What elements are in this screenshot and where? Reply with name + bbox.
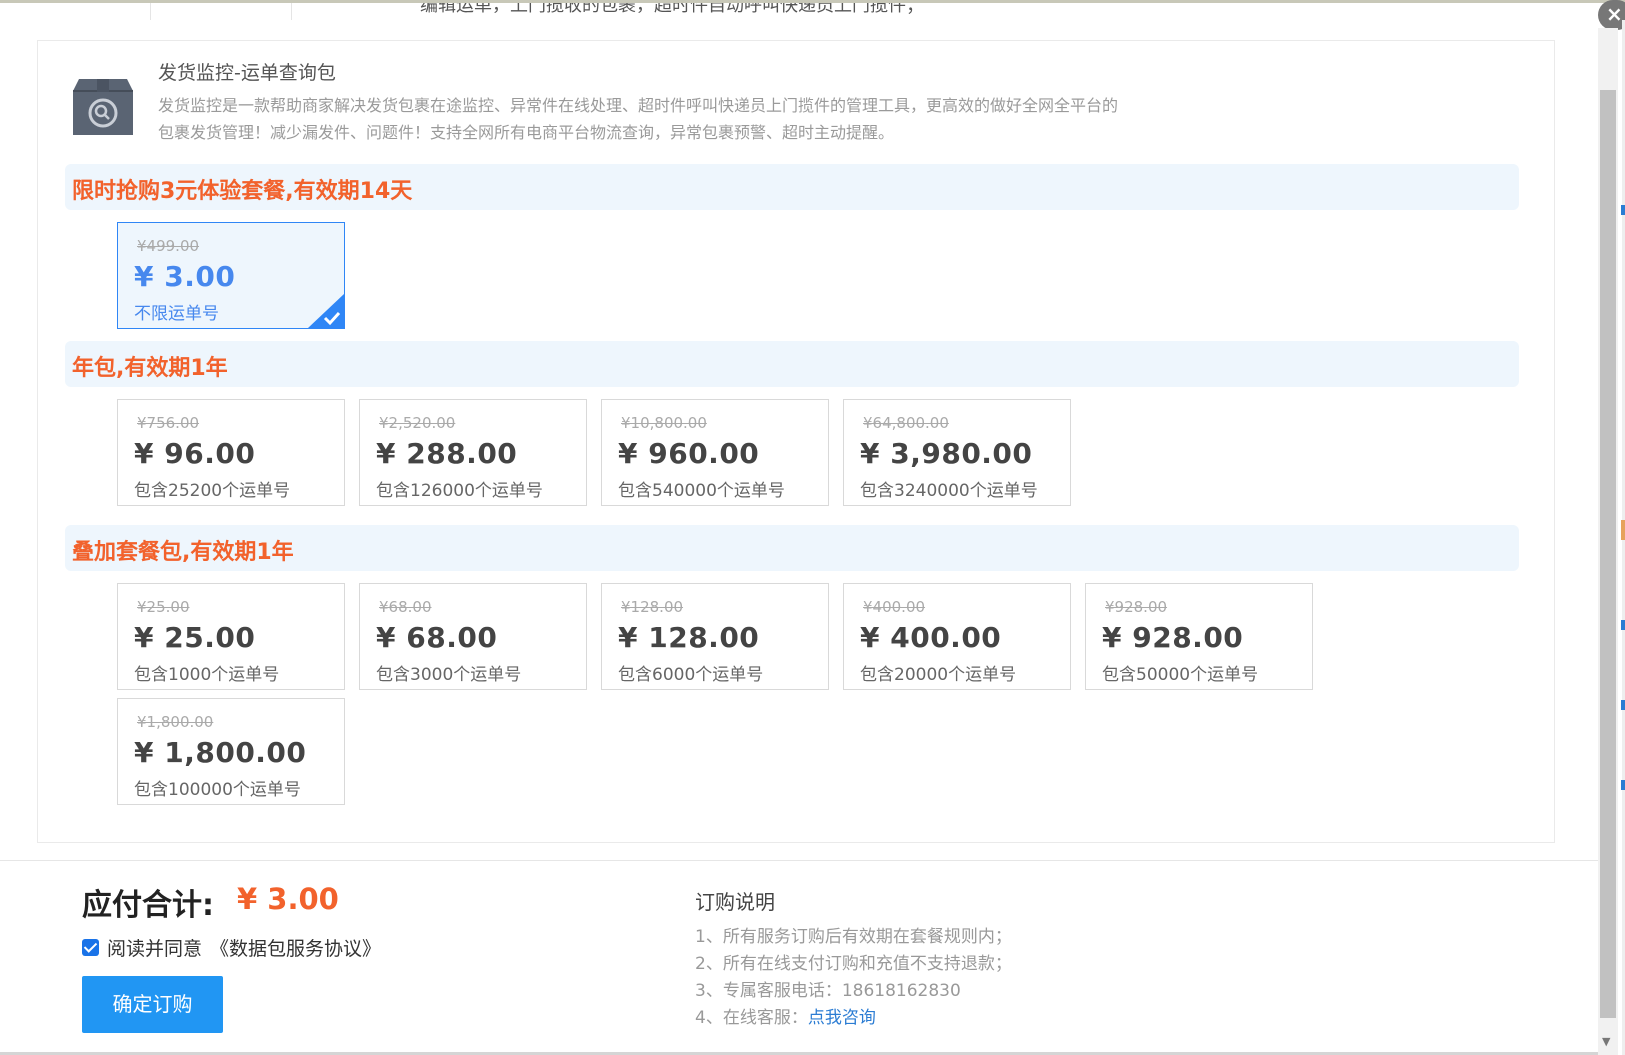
order-note: 3、专属客服电话：18618162830 xyxy=(695,981,961,1001)
package-price: ¥ 96.00 xyxy=(134,437,256,470)
original-price: ¥10,800.00 xyxy=(621,414,707,432)
section-header-annual: 年包,有效期1年 xyxy=(65,341,1519,387)
close-icon: × xyxy=(1606,2,1623,26)
package-description: 包含1000个运单号 xyxy=(134,665,280,685)
package-card[interactable]: ¥25.00 ¥ 25.00 包含1000个运单号 xyxy=(117,583,345,690)
package-description: 不限运单号 xyxy=(134,304,219,324)
original-price: ¥928.00 xyxy=(1105,598,1168,616)
package-description: 包含3240000个运单号 xyxy=(860,481,1038,501)
package-card[interactable]: ¥64,800.00 ¥ 3,980.00 包含3240000个运单号 xyxy=(843,399,1071,506)
package-description: 包含20000个运单号 xyxy=(860,665,1017,685)
package-card[interactable]: ¥1,800.00 ¥ 1,800.00 包含100000个运单号 xyxy=(117,698,345,805)
selected-check-icon xyxy=(308,294,344,328)
background-marker xyxy=(1621,780,1625,790)
total-label: 应付合计: xyxy=(82,888,214,923)
original-price: ¥25.00 xyxy=(137,598,190,616)
agreement-link[interactable]: 《数据包服务协议》 xyxy=(210,934,381,961)
package-price: ¥ 3.00 xyxy=(134,260,236,293)
background-marker xyxy=(1621,520,1625,540)
package-price: ¥ 928.00 xyxy=(1102,621,1244,654)
package-description: 包含540000个运单号 xyxy=(618,481,785,501)
package-description: 包含100000个运单号 xyxy=(134,780,301,800)
package-description: 包含126000个运单号 xyxy=(376,481,543,501)
agreement-row: 阅读并同意 《数据包服务协议》 xyxy=(82,934,381,960)
package-price: ¥ 3,980.00 xyxy=(860,437,1033,470)
package-description: 包含6000个运单号 xyxy=(618,665,764,685)
original-price: ¥756.00 xyxy=(137,414,200,432)
package-description: 包含3000个运单号 xyxy=(376,665,522,685)
package-price: ¥ 400.00 xyxy=(860,621,1002,654)
section-header-trial: 限时抢购3元体验套餐,有效期14天 xyxy=(65,164,1519,210)
package-card[interactable]: ¥756.00 ¥ 96.00 包含25200个运单号 xyxy=(117,399,345,506)
section-title: 限时抢购3元体验套餐,有效期14天 xyxy=(72,179,413,204)
order-note: 2、所有在线支付订购和充值不支持退款； xyxy=(695,954,1012,974)
order-note: 4、在线客服：点我咨询 xyxy=(695,1008,876,1028)
package-card[interactable]: ¥2,520.00 ¥ 288.00 包含126000个运单号 xyxy=(359,399,587,506)
original-price: ¥64,800.00 xyxy=(863,414,949,432)
close-button[interactable]: × xyxy=(1598,0,1625,30)
original-price: ¥1,800.00 xyxy=(137,713,214,731)
background-marker xyxy=(1621,700,1625,710)
package-description: 包含25200个运单号 xyxy=(134,481,291,501)
package-description: 包含50000个运单号 xyxy=(1102,665,1259,685)
online-support-link[interactable]: 点我咨询 xyxy=(808,1008,876,1028)
product-title: 发货监控-运单查询包 xyxy=(158,62,336,84)
package-price: ¥ 288.00 xyxy=(376,437,518,470)
package-price: ¥ 128.00 xyxy=(618,621,760,654)
scrollbar-thumb[interactable] xyxy=(1600,90,1616,1018)
section-header-addon: 叠加套餐包,有效期1年 xyxy=(65,525,1519,571)
package-price: ¥ 68.00 xyxy=(376,621,498,654)
agree-label: 阅读并同意 xyxy=(107,937,203,960)
original-price: ¥499.00 xyxy=(137,237,200,255)
package-card[interactable]: ¥928.00 ¥ 928.00 包含50000个运单号 xyxy=(1085,583,1313,690)
order-note: 1、所有服务订购后有效期在套餐规则内； xyxy=(695,927,1012,947)
section-title: 叠加套餐包,有效期1年 xyxy=(72,540,294,565)
tab-active[interactable] xyxy=(150,3,292,20)
agree-checkbox[interactable] xyxy=(82,938,99,956)
product-description: 发货监控是一款帮助商家解决发货包裹在途监控、异常件在线处理、超时件呼叫快递员上门… xyxy=(158,96,1119,142)
cut-off-heading: 编辑运单，上门揽收的包裹，超时件自动呼叫快递员上门揽件； xyxy=(420,0,924,16)
package-panel: 发货监控-运单查询包 发货监控是一款帮助商家解决发货包裹在途监控、异常件在线处理… xyxy=(37,40,1555,843)
original-price: ¥400.00 xyxy=(863,598,926,616)
section-title: 年包,有效期1年 xyxy=(72,356,228,381)
package-card[interactable]: ¥400.00 ¥ 400.00 包含20000个运单号 xyxy=(843,583,1071,690)
package-search-icon xyxy=(73,79,133,135)
package-card-selected[interactable]: ¥499.00 ¥ 3.00 不限运单号 xyxy=(117,222,345,329)
package-card[interactable]: ¥10,800.00 ¥ 960.00 包含540000个运单号 xyxy=(601,399,829,506)
original-price: ¥128.00 xyxy=(621,598,684,616)
package-price: ¥ 960.00 xyxy=(618,437,760,470)
footer-divider xyxy=(0,860,1598,861)
background-marker xyxy=(1621,205,1625,215)
original-price: ¥68.00 xyxy=(379,598,432,616)
background-marker xyxy=(1621,620,1625,630)
scroll-down-icon[interactable]: ▼ xyxy=(1602,1035,1610,1048)
scrollbar[interactable]: ▼ xyxy=(1598,28,1618,1055)
package-card[interactable]: ¥128.00 ¥ 128.00 包含6000个运单号 xyxy=(601,583,829,690)
package-price: ¥ 25.00 xyxy=(134,621,256,654)
confirm-order-button[interactable]: 确定订购 xyxy=(82,976,223,1033)
original-price: ¥2,520.00 xyxy=(379,414,456,432)
top-strip: 编辑运单，上门揽收的包裹，超时件自动呼叫快递员上门揽件； xyxy=(0,0,1625,20)
order-notes-title: 订购说明 xyxy=(695,890,775,914)
package-card[interactable]: ¥68.00 ¥ 68.00 包含3000个运单号 xyxy=(359,583,587,690)
total-amount: ¥ 3.00 xyxy=(237,882,339,916)
package-price: ¥ 1,800.00 xyxy=(134,736,307,769)
